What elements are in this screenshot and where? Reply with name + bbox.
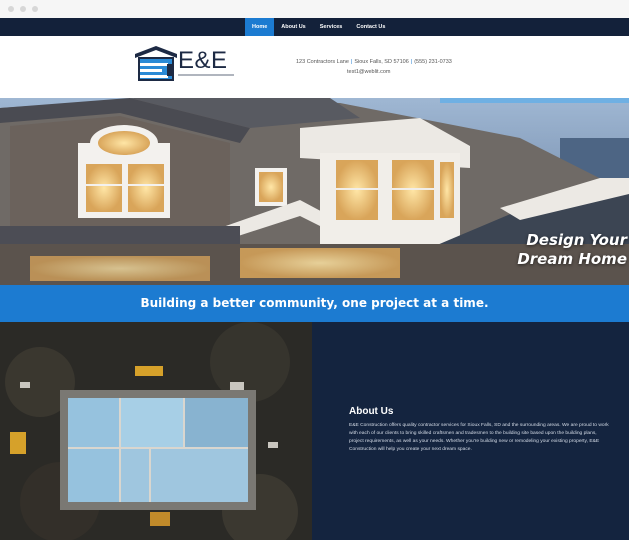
email-link[interactable]: test1@weblit.com <box>347 69 391 75</box>
logo-wordmark: E&E <box>178 47 228 74</box>
banner-text: Building a better community, one project… <box>140 296 489 310</box>
mission-banner: Building a better community, one project… <box>0 285 629 322</box>
hero-tagline-line1: Design Your <box>526 231 627 249</box>
building-logo-icon <box>135 46 177 81</box>
contact-info: 123 Contractors Lane | Sioux Falls, SD 571… <box>296 59 452 65</box>
phone-link[interactable]: (555) 231-0733 <box>414 59 452 65</box>
window-close-dot[interactable] <box>8 6 14 12</box>
page-frame: Home About Us Services Contact Us E&E 12… <box>0 0 629 540</box>
window-maximize-dot[interactable] <box>32 6 38 12</box>
nav-about-us[interactable]: About Us <box>274 18 312 36</box>
main-nav: Home About Us Services Contact Us <box>0 18 629 36</box>
nav-home[interactable]: Home <box>245 18 275 36</box>
logo-underline <box>178 74 234 76</box>
about-title: About Us <box>349 406 394 417</box>
window-minimize-dot[interactable] <box>20 6 26 12</box>
construction-site-image <box>0 322 312 540</box>
city-text: Sioux Falls, SD 57106 <box>354 59 409 65</box>
hero-image: Design Your Dream Home <box>0 98 629 285</box>
about-section: About Us E&E Construction offers quality… <box>0 322 629 540</box>
hero-tagline: Design Your Dream Home <box>517 231 627 269</box>
about-body: E&E Construction offers quality contract… <box>349 423 609 452</box>
browser-chrome <box>0 0 629 19</box>
site-logo[interactable]: E&E <box>134 44 238 82</box>
nav-contact-us[interactable]: Contact Us <box>349 18 392 36</box>
aerial-site-illustration <box>0 322 312 540</box>
site-header: E&E 123 Contractors Lane | Sioux Falls, SD… <box>0 36 629 98</box>
hero-tagline-line2: Dream Home <box>517 250 627 268</box>
nav-menu: Home About Us Services Contact Us <box>245 18 392 36</box>
address-text: 123 Contractors Lane <box>296 59 349 65</box>
about-content: About Us E&E Construction offers quality… <box>349 406 611 454</box>
nav-services[interactable]: Services <box>313 18 350 36</box>
